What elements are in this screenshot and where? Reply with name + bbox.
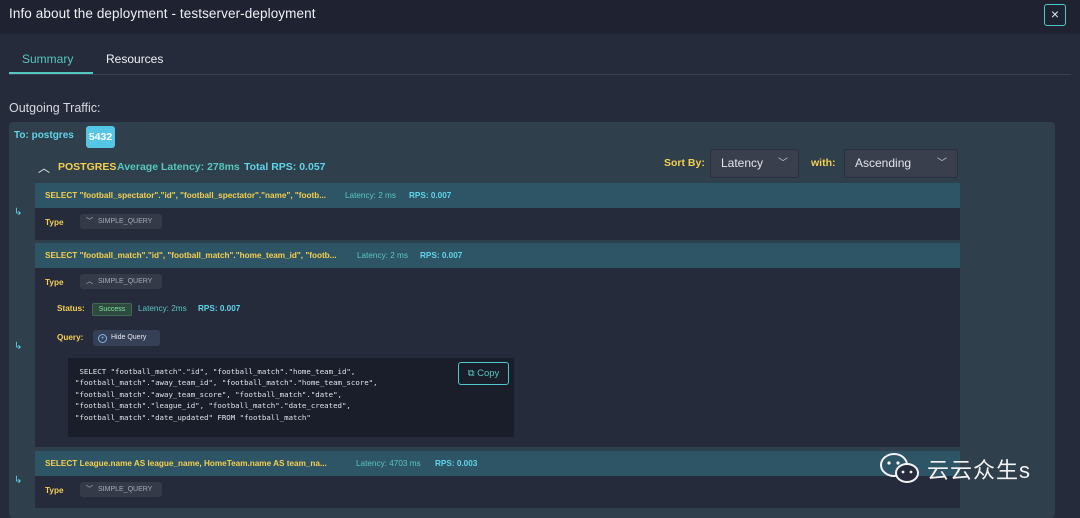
wechat-icon — [880, 453, 919, 483]
sort-direction-value: Ascending — [855, 156, 912, 170]
target-label: To: postgres — [14, 130, 74, 141]
query-rps: RPS: 0.003 — [435, 459, 478, 468]
query-label: Query: — [57, 333, 84, 342]
tab-resources[interactable]: Resources — [106, 52, 163, 66]
query-code: SELECT "football_match"."id", "football_… — [75, 367, 378, 422]
query-sql: SELECT League.name AS league_name, HomeT… — [45, 459, 327, 468]
query-code-block: SELECT "football_match"."id", "football_… — [68, 358, 514, 437]
chevron-up-icon: ︿ — [86, 278, 93, 285]
chevron-down-icon: ﹀ — [778, 158, 788, 169]
sort-direction-label: with: — [811, 157, 836, 169]
watermark-text: 云云众生s — [927, 458, 1032, 483]
tab-summary[interactable]: Summary — [22, 52, 73, 66]
query-latency: Latency: 2 ms — [345, 191, 396, 200]
child-arrow-icon: ↳ — [14, 341, 23, 352]
copy-label: Copy — [477, 368, 500, 379]
collapse-caret-icon[interactable]: ︿ — [38, 159, 50, 176]
chevron-down-icon: ﹀ — [86, 218, 93, 225]
active-tab-indicator — [9, 72, 93, 74]
total-rps: Total RPS: 0.057 — [244, 161, 326, 173]
hide-query-label: Hide Query — [111, 334, 147, 341]
sort-by-value: Latency — [721, 156, 764, 170]
sort-by-select[interactable]: Latency ﹀ — [710, 149, 799, 178]
query-header[interactable]: SELECT "football_spectator"."id", "footb… — [35, 183, 960, 208]
dialog-title: Info about the deployment - testserver-d… — [9, 6, 316, 21]
status-label: Status: — [57, 304, 85, 313]
type-value: SIMPLE_QUERY — [98, 218, 153, 225]
query-card: SELECT "football_spectator"."id", "footb… — [35, 183, 960, 240]
sort-by-label: Sort By: — [664, 157, 705, 169]
query-header[interactable]: SELECT "football_match"."id", "football_… — [35, 243, 960, 268]
average-latency: Average Latency: 278ms — [117, 161, 240, 173]
copy-button[interactable]: ⧉ Copy — [458, 362, 509, 385]
outgoing-traffic-heading: Outgoing Traffic: — [9, 101, 101, 115]
child-arrow-icon: ↳ — [14, 207, 23, 218]
type-value: SIMPLE_QUERY — [98, 486, 153, 493]
query-rps: RPS: 0.007 — [420, 251, 463, 260]
query-card: SELECT "football_match"."id", "football_… — [35, 243, 960, 447]
hide-query-button[interactable]: + Hide Query — [93, 330, 160, 346]
chevron-down-icon: ﹀ — [86, 486, 93, 493]
plus-circle-icon: + — [98, 334, 107, 343]
detail-latency: Latency: 2ms — [138, 304, 187, 313]
query-latency: Latency: 2 ms — [357, 251, 408, 260]
chevron-down-icon: ﹀ — [937, 158, 947, 169]
type-toggle[interactable]: ︿ SIMPLE_QUERY — [80, 274, 162, 289]
type-toggle[interactable]: ﹀ SIMPLE_QUERY — [80, 214, 162, 229]
service-name: POSTGRES — [58, 161, 117, 173]
type-toggle[interactable]: ﹀ SIMPLE_QUERY — [80, 482, 162, 497]
tabs-divider — [9, 74, 1071, 75]
query-latency: Latency: 4703 ms — [356, 459, 421, 468]
sort-direction-select[interactable]: Ascending ﹀ — [844, 149, 958, 178]
type-label: Type — [45, 218, 64, 227]
port-badge: 5432 — [86, 126, 115, 148]
watermark: 云云众生s — [879, 451, 1031, 487]
copy-icon: ⧉ — [467, 368, 475, 379]
type-value: SIMPLE_QUERY — [98, 278, 153, 285]
child-arrow-icon: ↳ — [14, 475, 23, 486]
query-sql: SELECT "football_spectator"."id", "footb… — [45, 191, 327, 200]
status-badge: Success — [92, 303, 132, 316]
query-sql: SELECT "football_match"."id", "football_… — [45, 251, 337, 260]
close-button[interactable]: × — [1044, 4, 1066, 26]
type-label: Type — [45, 278, 64, 287]
detail-rps: RPS: 0.007 — [198, 304, 241, 313]
query-card: SELECT League.name AS league_name, HomeT… — [35, 451, 960, 508]
type-label: Type — [45, 486, 64, 495]
query-header[interactable]: SELECT League.name AS league_name, HomeT… — [35, 451, 960, 476]
query-rps: RPS: 0.007 — [409, 191, 452, 200]
